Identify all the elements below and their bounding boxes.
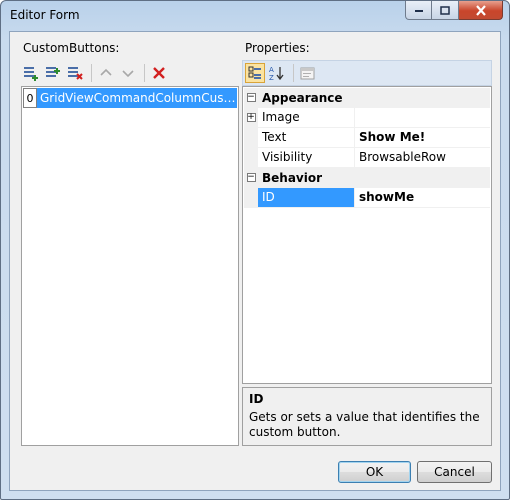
property-name: ID	[258, 188, 355, 207]
custom-buttons-label: CustomButtons:	[23, 41, 119, 55]
custom-buttons-toolbar	[21, 60, 241, 86]
alphabetical-button[interactable]: A Z	[267, 63, 287, 83]
close-icon	[475, 5, 487, 16]
collapse-icon[interactable]: −	[247, 173, 256, 182]
move-up-button[interactable]	[96, 63, 116, 83]
custom-buttons-list[interactable]: 0 GridViewCommandColumnCustomButton	[21, 86, 239, 446]
svg-text:Z: Z	[269, 74, 274, 81]
property-help-panel: ID Gets or sets a value that identifies …	[242, 387, 492, 446]
minimize-icon	[414, 7, 424, 13]
properties-label: Properties:	[245, 41, 310, 55]
dialog-client-area: CustomButtons:	[9, 31, 501, 491]
caption-buttons	[405, 1, 503, 20]
property-value[interactable]: showMe	[355, 188, 490, 207]
category-label: Appearance	[258, 91, 343, 105]
cancel-button[interactable]: Cancel	[417, 461, 492, 483]
window-title: Editor Form	[10, 8, 80, 22]
property-row-text[interactable]: Text Show Me!	[244, 128, 490, 148]
property-value[interactable]	[355, 108, 490, 127]
categorized-button[interactable]	[245, 63, 265, 83]
add-item-button[interactable]	[21, 63, 41, 83]
property-row-id[interactable]: ID showMe	[244, 188, 490, 208]
maximize-button[interactable]	[432, 1, 459, 20]
item-text: GridViewCommandColumnCustomButton	[37, 88, 237, 108]
toolbar-separator	[91, 64, 92, 82]
close-button[interactable]	[459, 1, 503, 20]
category-appearance[interactable]: − Appearance	[244, 88, 490, 108]
collapse-icon[interactable]: −	[247, 93, 256, 102]
chevron-up-icon	[98, 65, 114, 81]
ok-button[interactable]: OK	[338, 461, 411, 483]
property-name: Image	[258, 108, 355, 127]
property-value[interactable]: BrowsableRow	[355, 148, 490, 167]
toolbar-separator	[144, 64, 145, 82]
insert-item-button[interactable]	[43, 63, 63, 83]
insert-item-icon	[45, 65, 61, 81]
move-down-button[interactable]	[118, 63, 138, 83]
title-bar[interactable]: Editor Form	[1, 1, 509, 31]
item-index: 0	[23, 88, 37, 108]
svg-text:A: A	[269, 66, 274, 74]
category-behavior[interactable]: − Behavior	[244, 168, 490, 188]
maximize-icon	[440, 6, 450, 15]
categorized-icon	[248, 66, 262, 80]
add-item-icon	[23, 65, 39, 81]
remove-item-button[interactable]	[65, 63, 85, 83]
property-pages-button[interactable]	[298, 63, 318, 83]
property-name: Visibility	[258, 148, 355, 167]
toolbar-separator	[293, 64, 294, 82]
property-name: Text	[258, 128, 355, 147]
category-label: Behavior	[258, 171, 322, 185]
list-item[interactable]: 0 GridViewCommandColumnCustomButton	[23, 88, 237, 108]
delete-icon	[151, 65, 167, 81]
sort-az-icon: A Z	[269, 65, 285, 81]
property-row-image[interactable]: + Image	[244, 108, 490, 128]
help-description: Gets or sets a value that identifies the…	[249, 410, 485, 440]
property-pages-icon	[300, 65, 316, 81]
chevron-down-icon	[120, 65, 136, 81]
property-value[interactable]: Show Me!	[355, 128, 490, 147]
expand-icon[interactable]: +	[247, 113, 256, 122]
editor-form-window: Editor Form CustomButtons:	[0, 0, 510, 500]
help-title: ID	[249, 392, 485, 406]
property-row-visibility[interactable]: Visibility BrowsableRow	[244, 148, 490, 168]
properties-toolbar: A Z	[242, 60, 492, 86]
property-grid[interactable]: − Appearance + Image Text Show Me! Visib…	[242, 86, 492, 384]
remove-item-icon	[67, 65, 83, 81]
delete-all-button[interactable]	[149, 63, 169, 83]
minimize-button[interactable]	[405, 1, 432, 20]
